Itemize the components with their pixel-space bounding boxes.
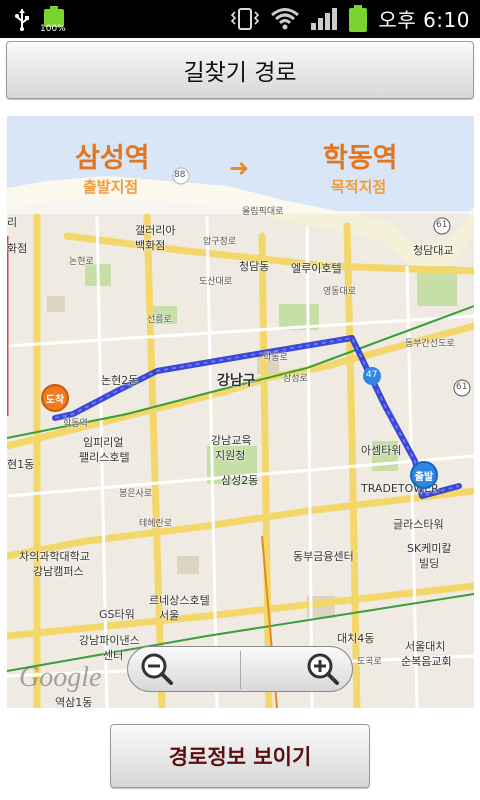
arrow-right-icon: ➜ [229,154,250,182]
map-label: 강남파이낸스 [79,634,140,647]
vibrate-icon [231,7,260,30]
map-label: 서울대치 [405,640,446,653]
map-label: 동부간선도로 [405,339,455,349]
zoom-in-icon [307,653,339,685]
map-label: 빌딩 [419,557,440,570]
google-logo: Google [19,662,102,693]
map-label: 역삼1동 [55,696,93,708]
map-view[interactable]: 삼성역 출발지점 ➜ 학동역 목적지점 88 61 61 47 리 화점 갤러리… [7,116,474,708]
map-label: 차의과학대학교 [19,550,90,563]
route-shield-88: 88 [174,170,186,180]
arrival-pin[interactable]: 도착 [41,384,69,412]
map-label: 영동대로 [323,287,357,297]
origin-name: 삼성역 [75,143,150,174]
map-label: 압구정로 [203,237,237,247]
destination-sub: 목적지점 [331,178,387,196]
map-label: 임피리얼 [83,436,124,449]
zoom-in-button[interactable] [306,652,340,686]
map-label: 글라스타워 [393,518,444,531]
map-label: 서울 [159,609,180,622]
signal-icon [311,7,338,30]
map-label: 강남캠퍼스 [33,565,84,578]
map-label: 테헤란로 [139,519,173,529]
map-label: 센터 [103,649,124,662]
map-label: 봉은사로 [119,489,153,499]
battery-icon: 100% [40,6,66,34]
status-bar: 100% 오후 6:10 [0,0,480,38]
usb-icon [15,9,29,31]
map-label: 화점 [7,242,28,255]
map-label: 대치4동 [337,632,375,645]
zoom-controls [127,646,353,692]
wifi-icon [271,7,300,29]
map-label: 삼성로 [283,374,308,384]
map-label: SK케미칼 [407,542,452,555]
map-label: 선릉로 [147,315,172,325]
departure-pin[interactable]: 출발 [410,461,438,489]
show-route-info-button[interactable]: 경로정보 보이기 [110,724,370,788]
map-label: 청담동 [239,260,270,273]
map-label: 학동로 [263,353,288,363]
map-label: 논현2동 [101,374,139,387]
map-label: 순복음교회 [401,655,452,668]
map-label: 갤러리아 [135,224,176,237]
destination-name: 학동역 [323,143,398,174]
battery-icon [349,4,368,32]
map-label: 엘루이호텔 [291,262,342,275]
clock: 오후 6:10 [378,8,470,32]
map-label: 동부금융센터 [293,550,354,563]
map-label: 강남교육 [211,434,252,447]
map-label: 도산대로 [199,277,233,287]
map-label: 도곡로 [357,657,382,667]
route-title-button[interactable]: 길찾기 경로 [6,41,474,99]
map-label: 현1동 [7,458,35,471]
map-label: 리 [7,216,18,229]
map-label: 아셈타워 [361,444,402,457]
zoom-out-icon [141,653,173,685]
map-label: 지원청 [215,449,246,462]
map-label: 삼성2동 [221,474,259,487]
map-label: 강남구 [217,373,256,389]
route-shield-47: 47 [366,370,378,380]
map-label: 청담대교 [413,244,454,257]
map-label: GS타워 [99,608,135,621]
map-label: 학동역 [63,419,88,429]
route-shield-61b: 61 [456,382,468,392]
map-label: 팰리스호텔 [79,451,130,464]
map-label: 백화점 [135,239,166,252]
map-label: 올림픽대로 [242,207,284,217]
map-label: 르네상스호텔 [149,594,210,607]
battery-percent: 100% [40,24,66,34]
route-shield-61: 61 [436,220,448,230]
origin-sub: 출발지점 [83,178,139,196]
map-label: 논현로 [69,257,94,267]
zoom-out-button[interactable] [140,652,174,686]
